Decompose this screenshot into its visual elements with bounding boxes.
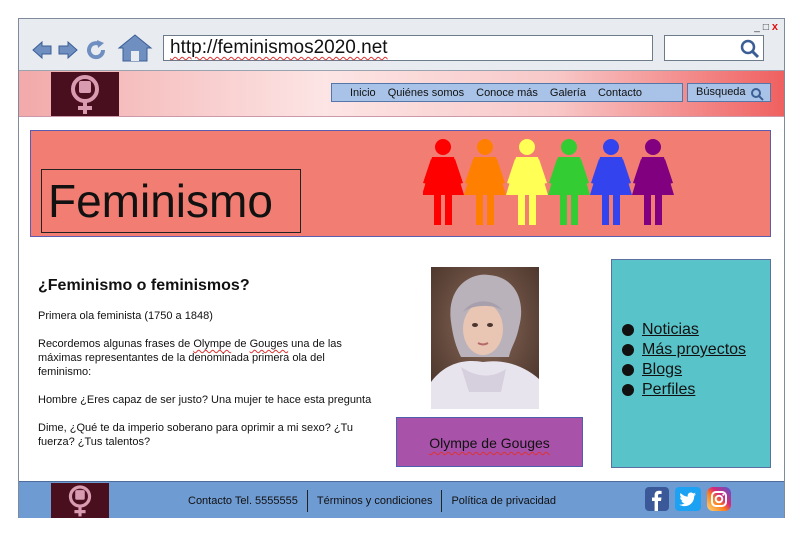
woman-figure-icon: [464, 139, 506, 225]
article-period: Primera ola feminista (1750 a 1848): [38, 310, 213, 322]
browser-search-input[interactable]: [664, 35, 764, 61]
feminist-fist-logo-icon: [68, 485, 92, 517]
site-logo[interactable]: [51, 72, 119, 116]
caption-text: Olympe de Gouges: [429, 435, 550, 451]
intro-de: de: [231, 338, 250, 350]
back-arrow-icon[interactable]: [31, 39, 53, 61]
url-text: http://feminismos2020.net: [170, 37, 388, 58]
search-icon[interactable]: [740, 39, 760, 59]
bullet-icon: [622, 344, 634, 356]
sidebar-item-mas-proyectos: Más proyectos: [622, 340, 746, 360]
intro-name: Olympe: [193, 338, 232, 350]
bullet-icon: [622, 364, 634, 376]
address-bar[interactable]: http://feminismos2020.net: [163, 35, 653, 61]
site-search-button[interactable]: Búsqueda: [687, 83, 771, 102]
article-intro: Recordemos algunas frases de Olympe de G…: [38, 337, 378, 379]
refresh-icon[interactable]: [85, 39, 107, 61]
browser-toolbar: _ □ x http://feminismos2020.net: [19, 19, 784, 71]
window-controls: _ □ x: [754, 21, 778, 33]
forward-arrow-icon[interactable]: [57, 39, 79, 61]
intro-surname: Gouges: [249, 338, 289, 350]
footer-contact[interactable]: Contacto Tel. 5555555: [179, 495, 307, 507]
bullet-icon: [622, 384, 634, 396]
bullet-icon: [622, 324, 634, 336]
women-figures-illustration: [423, 139, 674, 225]
intro-text-start: Recordemos algunas frases de: [38, 338, 194, 350]
article-quote-1: Hombre ¿Eres capaz de ser justo? Una muj…: [38, 394, 372, 406]
nav-item-inicio[interactable]: Inicio: [332, 87, 382, 99]
search-label: Búsqueda: [696, 86, 746, 98]
woman-figure-icon: [632, 139, 674, 225]
browser-window: _ □ x http://feminismos2020.net Inicio Q…: [18, 18, 785, 518]
feminist-fist-logo-icon: [71, 75, 99, 114]
sidebar-link-mas-proyectos[interactable]: Más proyectos: [642, 340, 746, 360]
twitter-icon[interactable]: [675, 487, 701, 511]
footer-privacy-link[interactable]: Política de privacidad: [442, 495, 565, 507]
nav-item-conoce-mas[interactable]: Conoce más: [470, 87, 544, 99]
nav-item-galeria[interactable]: Galería: [544, 87, 592, 99]
facebook-icon[interactable]: [645, 487, 669, 511]
footer-links: Contacto Tel. 5555555 Términos y condici…: [179, 490, 565, 512]
woman-figure-icon: [548, 139, 590, 225]
portrait-caption[interactable]: Olympe de Gouges: [396, 417, 583, 467]
sidebar-item-blogs: Blogs: [622, 360, 746, 380]
sidebar-item-noticias: Noticias: [622, 320, 746, 340]
sidebar-link-blogs[interactable]: Blogs: [642, 360, 682, 380]
site-header: Inicio Quiénes somos Conoce más Galería …: [19, 71, 784, 117]
sidebar: Noticias Más proyectos Blogs Perfiles: [611, 259, 771, 468]
footer-logo[interactable]: [51, 483, 109, 518]
close-button[interactable]: x: [772, 21, 778, 33]
sidebar-links: Noticias Más proyectos Blogs Perfiles: [622, 320, 746, 400]
footer-terms-link[interactable]: Términos y condiciones: [308, 495, 442, 507]
maximize-button[interactable]: □: [763, 22, 769, 33]
olympe-de-gouges-portrait: [431, 267, 539, 409]
article-heading: ¿Feminismo o feminismos?: [38, 277, 250, 294]
sidebar-item-perfiles: Perfiles: [622, 380, 746, 400]
site-footer: Contacto Tel. 5555555 Términos y condici…: [19, 481, 784, 518]
hero-banner: Feminismo: [30, 130, 771, 237]
main-navigation: Inicio Quiénes somos Conoce más Galería …: [331, 83, 683, 102]
woman-figure-icon: [423, 139, 464, 225]
magnifier-icon: [751, 88, 764, 101]
woman-figure-icon: [590, 139, 632, 225]
sidebar-link-perfiles[interactable]: Perfiles: [642, 380, 695, 400]
instagram-icon[interactable]: [707, 487, 731, 511]
home-icon[interactable]: [117, 33, 153, 63]
hero-title: Feminismo: [41, 169, 301, 233]
minimize-button[interactable]: _: [754, 22, 760, 33]
social-links: [645, 487, 731, 511]
article-quote-2: Dime, ¿Qué te da imperio soberano para o…: [38, 422, 354, 448]
nav-item-contacto[interactable]: Contacto: [592, 87, 648, 99]
sidebar-link-noticias[interactable]: Noticias: [642, 320, 699, 340]
nav-item-quienes-somos[interactable]: Quiénes somos: [382, 87, 470, 99]
woman-figure-icon: [506, 139, 548, 225]
article: ¿Feminismo o feminismos? Primera ola fem…: [38, 277, 378, 463]
